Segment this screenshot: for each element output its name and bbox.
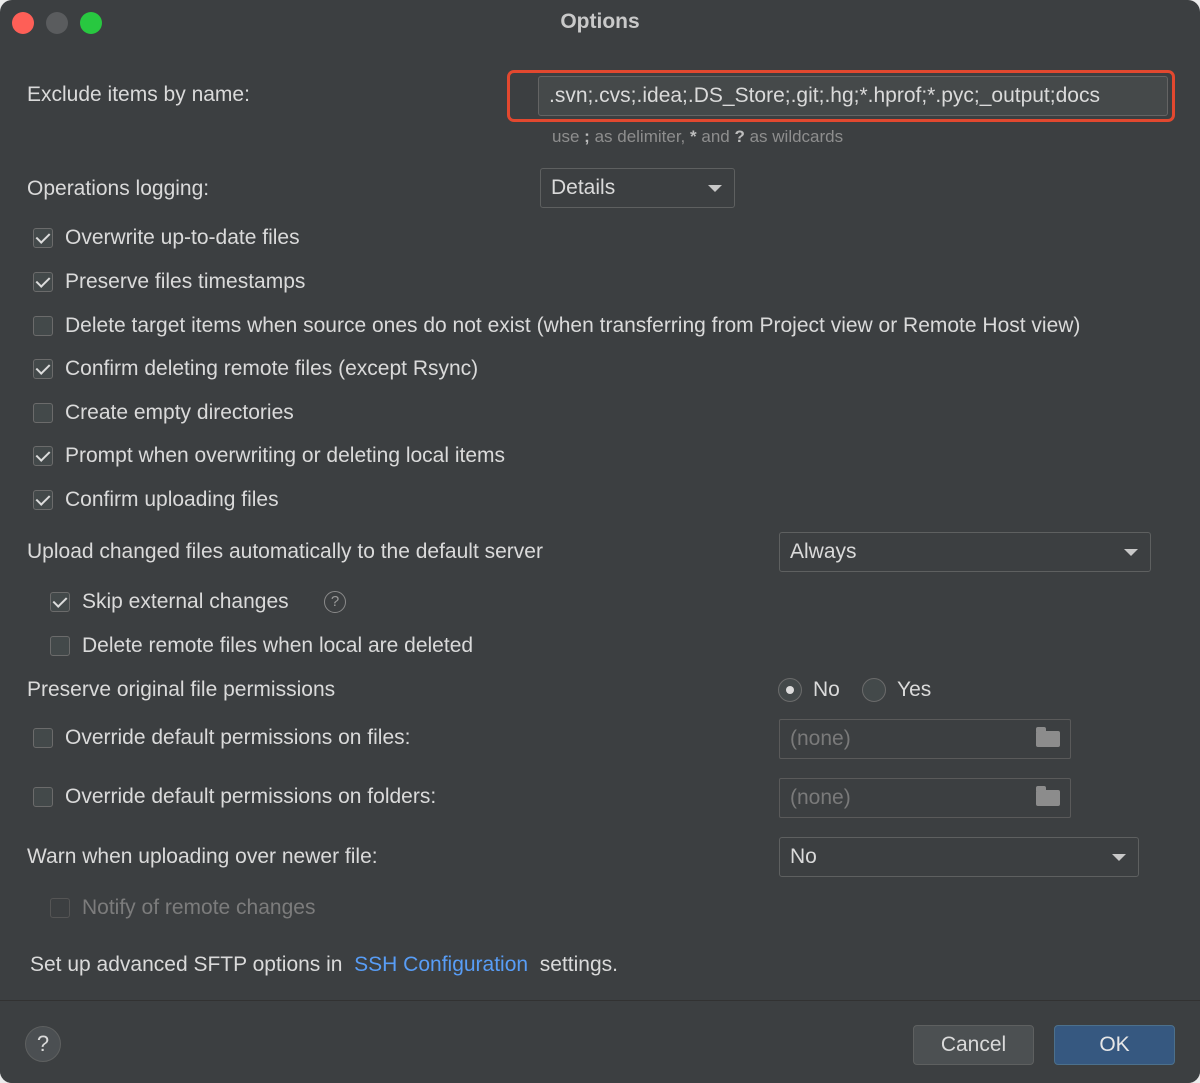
help-button[interactable]: ?	[25, 1026, 61, 1062]
override-folders-permissions-checkbox[interactable]	[33, 787, 53, 807]
delete-remote-files-checkbox[interactable]	[50, 636, 70, 656]
notify-remote-changes-label: Notify of remote changes	[82, 896, 316, 919]
warn-newer-file-label: Warn when uploading over newer file:	[27, 845, 378, 868]
delete-target-items-checkbox[interactable]	[33, 316, 53, 336]
chevron-down-icon	[1112, 854, 1126, 861]
folder-icon[interactable]	[1036, 727, 1060, 747]
operations-logging-label: Operations logging:	[27, 177, 210, 200]
folder-icon[interactable]	[1036, 786, 1060, 806]
confirm-deleting-remote-label: Confirm deleting remote files (except Rs…	[65, 357, 479, 380]
options-dialog: Options Exclude items by name: .svn;.cvs…	[0, 0, 1200, 1083]
prompt-overwriting-label: Prompt when overwriting or deleting loca…	[65, 444, 506, 467]
title-bar: Options	[0, 0, 1200, 48]
confirm-uploading-label: Confirm uploading files	[65, 488, 279, 511]
checkmark-icon	[35, 491, 51, 506]
sftp-options-text: Set up advanced SFTP options in SSH Conf…	[30, 953, 618, 976]
skip-external-changes-label: Skip external changes	[82, 590, 289, 613]
preserve-permissions-yes-radio[interactable]	[862, 678, 886, 702]
folders-permissions-field[interactable]: (none)	[779, 778, 1071, 818]
question-mark-icon[interactable]: ?	[324, 591, 346, 613]
preserve-timestamps-checkbox[interactable]	[33, 272, 53, 292]
cancel-button[interactable]: Cancel	[913, 1025, 1034, 1065]
upload-changed-files-value: Always	[790, 540, 857, 563]
upload-changed-files-select[interactable]: Always	[779, 532, 1151, 572]
checkmark-icon	[35, 229, 51, 244]
create-empty-directories-label: Create empty directories	[65, 401, 294, 424]
window-title: Options	[560, 10, 640, 33]
override-files-permissions-checkbox[interactable]	[33, 728, 53, 748]
create-empty-directories-checkbox[interactable]	[33, 403, 53, 423]
exclude-items-highlight	[507, 70, 1175, 122]
ssh-configuration-link[interactable]: SSH Configuration	[354, 953, 528, 976]
skip-external-changes-checkbox[interactable]	[50, 592, 70, 612]
warn-newer-file-value: No	[790, 845, 817, 868]
warn-newer-file-select[interactable]: No	[779, 837, 1139, 877]
preserve-timestamps-label: Preserve files timestamps	[65, 270, 306, 293]
overwrite-up-to-date-checkbox[interactable]	[33, 228, 53, 248]
preserve-permissions-no-radio[interactable]	[778, 678, 802, 702]
chevron-down-icon	[708, 185, 722, 192]
ok-button[interactable]: OK	[1054, 1025, 1175, 1065]
preserve-permissions-label: Preserve original file permissions	[27, 678, 336, 701]
checkmark-icon	[35, 273, 51, 288]
files-permissions-field[interactable]: (none)	[779, 719, 1071, 759]
upload-changed-files-label: Upload changed files automatically to th…	[27, 540, 543, 563]
notify-remote-changes-checkbox	[50, 898, 70, 918]
preserve-permissions-yes-label: Yes	[897, 678, 932, 701]
confirm-deleting-remote-checkbox[interactable]	[33, 359, 53, 379]
checkmark-icon	[35, 447, 51, 462]
delete-target-items-label: Delete target items when source ones do …	[65, 314, 1081, 337]
override-folders-permissions-label: Override default permissions on folders:	[65, 785, 437, 808]
chevron-down-icon	[1124, 549, 1138, 556]
confirm-uploading-checkbox[interactable]	[33, 490, 53, 510]
preserve-permissions-no-label: No	[813, 678, 840, 701]
overwrite-up-to-date-label: Overwrite up-to-date files	[65, 226, 300, 249]
operations-logging-select[interactable]: Details	[540, 168, 735, 208]
exclude-items-label: Exclude items by name:	[27, 83, 250, 106]
prompt-overwriting-checkbox[interactable]	[33, 446, 53, 466]
operations-logging-value: Details	[551, 176, 616, 199]
checkmark-icon	[35, 360, 51, 375]
override-files-permissions-label: Override default permissions on files:	[65, 726, 411, 749]
delete-remote-files-label: Delete remote files when local are delet…	[82, 634, 474, 657]
exclude-items-hint: use ; as delimiter, * and ? as wildcards	[552, 127, 844, 146]
checkmark-icon	[52, 593, 68, 608]
